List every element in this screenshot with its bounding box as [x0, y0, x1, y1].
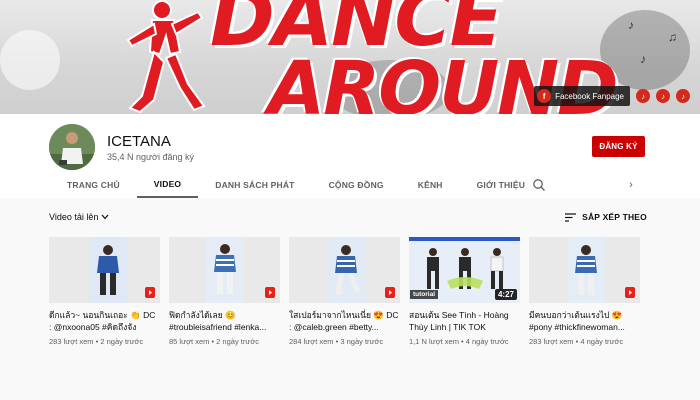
facebook-fanpage-link[interactable]: f Facebook Fanpage	[534, 86, 630, 106]
tab-videos[interactable]: VIDEO	[136, 172, 199, 198]
subscribe-button[interactable]: ĐĂNG KÝ	[592, 136, 645, 157]
video-thumbnail[interactable]	[289, 237, 400, 303]
banner-links: f Facebook Fanpage ♪ ♪ ♪	[534, 86, 690, 106]
video-views: 283 lượt xem	[529, 337, 574, 346]
facebook-icon: f	[537, 89, 552, 103]
video-meta: 283 lượt xem • 4 ngày trước	[529, 337, 624, 346]
video-grid: ดีกแล้ว~ นอนกินเถอะ 👏 DC : @nxoona05 #คิ…	[49, 237, 649, 346]
shorts-icon	[145, 287, 155, 298]
video-views: 283 lượt xem	[49, 337, 94, 346]
video-thumbnail[interactable]	[169, 237, 280, 303]
video-thumbnail[interactable]: tutorial 4:27	[409, 237, 520, 303]
sort-button[interactable]: SẮP XẾP THEO	[565, 212, 647, 222]
chevron-right-icon[interactable]: ›	[625, 178, 637, 192]
video-views: 1,1 N lượt xem	[409, 337, 459, 346]
dancer-figure	[214, 244, 236, 294]
video-card[interactable]: tutorial 4:27 สอนเต้น See Tình - Hoàng T…	[409, 237, 520, 346]
video-card[interactable]: ใสเปอร์มาจากไหนเนี่ย 😍 DC : @caleb.green…	[289, 237, 400, 346]
video-duration: 4:27	[494, 289, 517, 300]
shorts-icon	[265, 287, 275, 298]
tab-community[interactable]: CỘNG ĐỒNG	[312, 172, 401, 198]
channel-banner: DANCE AROUND ♪ ♫ ♪ f Facebook Fanpage ♪ …	[0, 0, 700, 114]
uploads-label: Video tải lên	[49, 212, 99, 222]
video-title[interactable]: สอนเต้น See Tình - Hoàng Thùy Linh | TIK…	[409, 309, 520, 333]
video-thumbnail[interactable]	[529, 237, 640, 303]
social-link-icon[interactable]: ♪	[656, 89, 670, 103]
video-age: 2 ngày trước	[216, 337, 260, 346]
tab-channels[interactable]: KÊNH	[401, 172, 460, 198]
tab-playlists[interactable]: DANH SÁCH PHÁT	[198, 172, 311, 198]
channel-avatar[interactable]	[49, 124, 95, 170]
channel-name[interactable]: ICETANA	[107, 133, 171, 150]
uploads-section-bar: Video tải lên SẮP XẾP THEO	[49, 210, 649, 226]
tab-home[interactable]: TRANG CHỦ	[50, 172, 137, 198]
music-note-icon: ♪	[640, 52, 646, 66]
video-title[interactable]: ดีกแล้ว~ นอนกินเถอะ 👏 DC : @nxoona05 #คิ…	[49, 309, 160, 333]
video-meta: 1,1 N lượt xem • 4 ngày trước	[409, 337, 509, 346]
shorts-icon	[385, 287, 395, 298]
uploads-dropdown[interactable]: Video tải lên	[49, 212, 109, 222]
avatar-image	[49, 124, 95, 170]
video-thumbnail[interactable]	[49, 237, 160, 303]
music-note-icon: ♪	[628, 18, 634, 32]
video-age: 4 ngày trước	[465, 337, 509, 346]
social-link-icon[interactable]: ♪	[676, 89, 690, 103]
shorts-icon	[625, 287, 635, 298]
video-age: 2 ngày trước	[100, 337, 144, 346]
video-meta: 85 lượt xem • 2 ngày trước	[169, 337, 260, 346]
sort-icon	[565, 212, 577, 222]
tab-about[interactable]: GIỚI THIỆU	[460, 172, 542, 198]
channel-header: ICETANA 35,4 N người đăng ký ĐĂNG KÝ TRA…	[0, 114, 700, 198]
music-note-icon: ♫	[668, 30, 677, 44]
subscriber-count: 35,4 N người đăng ký	[107, 152, 194, 162]
dancer-figure	[335, 245, 360, 295]
thumbnail-caption: tutorial	[410, 290, 439, 299]
video-card[interactable]: ดีกแล้ว~ นอนกินเถอะ 👏 DC : @nxoona05 #คิ…	[49, 237, 160, 346]
sort-label: SẮP XẾP THEO	[582, 212, 647, 222]
dancer-silhouette	[126, 0, 206, 114]
video-meta: 283 lượt xem • 2 ngày trước	[49, 337, 144, 346]
video-card[interactable]: ฟิดกำลังได้เลย 😊 #troubleisafriend #lenk…	[169, 237, 280, 346]
video-title[interactable]: ใสเปอร์มาจากไหนเนี่ย 😍 DC : @caleb.green…	[289, 309, 400, 333]
chevron-down-icon	[101, 214, 109, 220]
video-title[interactable]: มีคนบอกว่าเต้นแรงไป 😍 #pony #thickfinewo…	[529, 309, 640, 333]
video-meta: 284 lượt xem • 3 ngày trước	[289, 337, 384, 346]
search-icon[interactable]	[532, 178, 546, 192]
facebook-link-label: Facebook Fanpage	[555, 91, 624, 101]
video-title[interactable]: ฟิดกำลังได้เลย 😊 #troubleisafriend #lenk…	[169, 309, 280, 333]
dancer-figure	[97, 245, 119, 295]
banner-splatter	[0, 30, 60, 90]
dancer-figure	[575, 245, 597, 295]
video-views: 284 lượt xem	[289, 337, 334, 346]
video-age: 3 ngày trước	[340, 337, 384, 346]
video-views: 85 lượt xem	[169, 337, 210, 346]
channel-tabs: TRANG CHỦ VIDEO DANH SÁCH PHÁT CỘNG ĐỒNG…	[50, 172, 542, 198]
social-link-icon[interactable]: ♪	[636, 89, 650, 103]
video-age: 4 ngày trước	[580, 337, 624, 346]
video-card[interactable]: มีคนบอกว่าเต้นแรงไป 😍 #pony #thickfinewo…	[529, 237, 640, 346]
